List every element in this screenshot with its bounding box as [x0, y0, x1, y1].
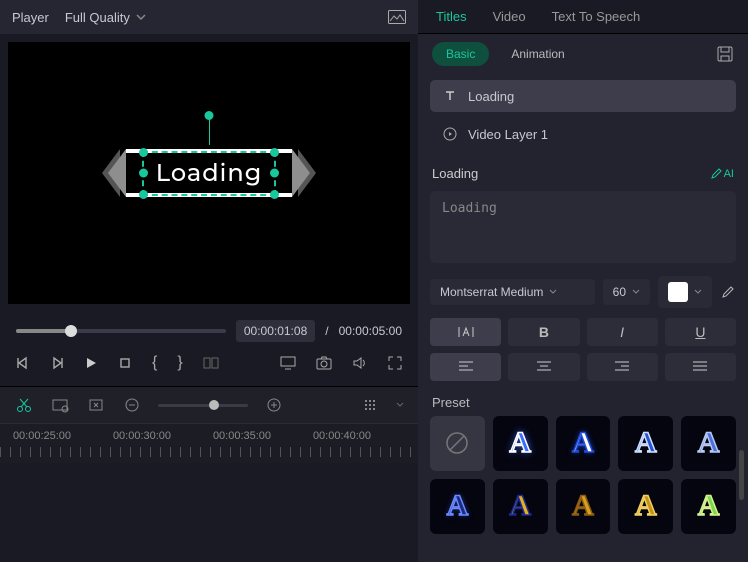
preset-heading: Preset — [418, 385, 748, 416]
auto-reframe-button[interactable] — [50, 395, 70, 415]
font-family-value: Montserrat Medium — [440, 285, 543, 299]
subtab-animation[interactable]: Animation — [497, 42, 578, 66]
step-fwd-button[interactable] — [50, 354, 64, 372]
bold-button[interactable]: B — [508, 318, 579, 346]
chevron-down-icon[interactable] — [239, 359, 240, 367]
resize-handle[interactable] — [139, 148, 148, 157]
scrub-bar[interactable] — [16, 329, 226, 333]
timecode-current: 00:00:01:08 — [236, 320, 315, 342]
snapshot-button[interactable] — [316, 354, 332, 372]
chevron-down-icon[interactable] — [396, 401, 404, 409]
eyedropper-button[interactable] — [720, 284, 736, 300]
font-size-select[interactable]: 60 — [603, 279, 650, 305]
section-heading: Loading — [432, 166, 478, 181]
resize-handle[interactable] — [270, 169, 279, 178]
layer-video[interactable]: Video Layer 1 — [430, 118, 736, 150]
quality-value: Full Quality — [65, 10, 130, 25]
ruler-mark: 00:00:40:00 — [313, 430, 371, 442]
chevron-down-icon — [549, 288, 557, 296]
zoom-in-button[interactable] — [264, 395, 284, 415]
align-justify-button[interactable] — [665, 353, 736, 381]
preset-grid: A A A A A A A A A — [418, 416, 748, 534]
image-icon[interactable] — [388, 10, 406, 24]
timeline-ruler[interactable]: 00:00:25:00 00:00:30:00 00:00:35:00 00:0… — [0, 423, 418, 463]
zoom-out-button[interactable] — [122, 395, 142, 415]
ruler-mark: 00:00:25:00 — [13, 430, 71, 442]
timecode-duration: 00:00:05:00 — [339, 324, 402, 338]
font-size-value: 60 — [613, 285, 626, 299]
compare-button[interactable] — [203, 354, 219, 372]
preset-item[interactable]: A — [681, 479, 736, 534]
mark-in-button[interactable]: { — [152, 354, 157, 372]
edit-icon — [710, 168, 722, 180]
layer-label: Loading — [468, 89, 514, 104]
preset-item[interactable]: A — [618, 416, 673, 471]
font-family-select[interactable]: Montserrat Medium — [430, 279, 595, 305]
chevron-down-icon — [632, 288, 640, 296]
subtab-basic[interactable]: Basic — [432, 42, 489, 66]
chevron-down-icon — [136, 12, 146, 22]
step-back-button[interactable] — [16, 354, 30, 372]
tab-video[interactable]: Video — [493, 9, 526, 24]
italic-button[interactable]: I — [587, 318, 658, 346]
char-spacing-button[interactable] — [430, 318, 501, 346]
play-circle-icon — [442, 126, 458, 142]
align-center-button[interactable] — [508, 353, 579, 381]
tab-titles[interactable]: Titles — [436, 9, 467, 24]
preset-item[interactable]: A — [681, 416, 736, 471]
preview-title-text[interactable]: Loading — [156, 159, 263, 188]
ruler-mark: 00:00:30:00 — [113, 430, 171, 442]
color-swatch — [668, 282, 688, 302]
align-left-button[interactable] — [430, 353, 501, 381]
volume-button[interactable] — [352, 354, 368, 372]
zoom-knob[interactable] — [209, 400, 219, 410]
quality-select[interactable]: Full Quality — [65, 10, 146, 25]
player-label: Player — [12, 10, 49, 25]
arrow-left-decor — [108, 149, 126, 197]
stop-button[interactable] — [118, 354, 132, 372]
resize-handle[interactable] — [139, 190, 148, 199]
preset-none[interactable] — [430, 416, 485, 471]
zoom-slider[interactable] — [158, 404, 248, 407]
underline-button[interactable]: U — [665, 318, 736, 346]
selection-box[interactable] — [142, 151, 277, 196]
scrollbar[interactable] — [739, 450, 744, 500]
save-icon[interactable] — [716, 45, 734, 63]
resize-handle[interactable] — [270, 148, 279, 157]
cut-tool-button[interactable] — [14, 395, 34, 415]
preset-item[interactable]: A — [556, 416, 611, 471]
layer-title[interactable]: Loading — [430, 80, 736, 112]
ruler-mark: 00:00:35:00 — [213, 430, 271, 442]
tab-tts[interactable]: Text To Speech — [552, 9, 641, 24]
ai-button[interactable]: AI — [710, 168, 734, 180]
crop-button[interactable] — [86, 395, 106, 415]
resize-handle[interactable] — [139, 169, 148, 178]
rotate-handle[interactable] — [204, 111, 213, 120]
preset-item[interactable]: A — [493, 479, 548, 534]
text-icon — [442, 88, 458, 104]
monitor-button[interactable] — [280, 354, 296, 372]
preview-canvas[interactable]: Loading — [8, 42, 410, 304]
color-select[interactable] — [658, 276, 712, 308]
preset-item[interactable]: A — [556, 479, 611, 534]
resize-handle[interactable] — [270, 190, 279, 199]
arrow-right-decor — [292, 149, 310, 197]
layer-label: Video Layer 1 — [468, 127, 548, 142]
preset-item[interactable]: A — [493, 416, 548, 471]
align-right-button[interactable] — [587, 353, 658, 381]
timecode-sep: / — [325, 324, 328, 338]
title-text-input[interactable] — [430, 191, 736, 263]
mark-out-button[interactable]: } — [177, 354, 182, 372]
chevron-down-icon — [694, 288, 702, 296]
scrub-knob[interactable] — [65, 325, 77, 337]
play-button[interactable] — [84, 354, 98, 372]
preset-item[interactable]: A — [618, 479, 673, 534]
preset-item[interactable]: A — [430, 479, 485, 534]
tracks-button[interactable] — [360, 395, 380, 415]
fullscreen-button[interactable] — [388, 354, 402, 372]
